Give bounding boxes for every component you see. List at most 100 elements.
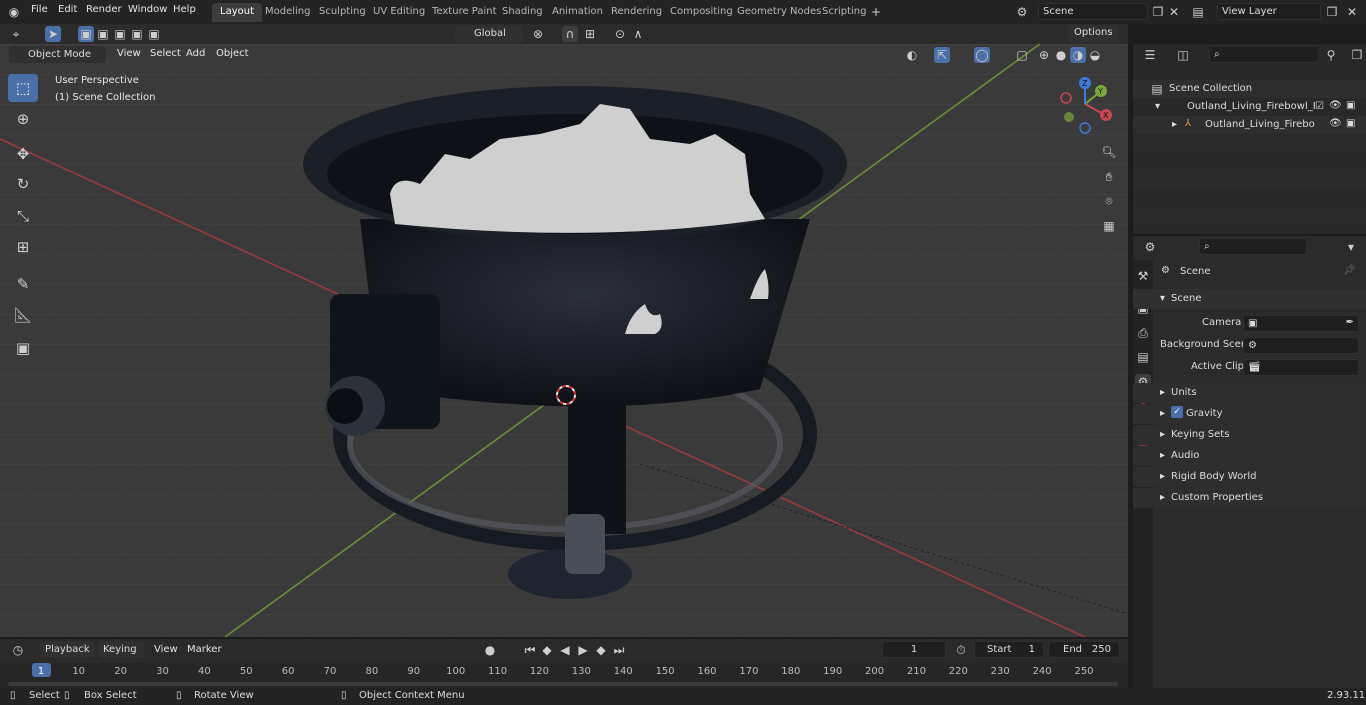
start-frame-field[interactable]: Start 1: [974, 641, 1044, 658]
scene-icon[interactable]: ⚙: [1014, 4, 1030, 20]
pin-icon[interactable]: 📌︎: [1343, 265, 1356, 276]
copy-scene-icon[interactable]: ❐: [1150, 4, 1166, 20]
view-layer-tab-icon[interactable]: ▤: [1135, 349, 1151, 365]
jump-start-icon[interactable]: ⏮︎: [522, 642, 538, 658]
blender-logo-icon[interactable]: ◉: [6, 4, 22, 20]
pan-hand-icon[interactable]: ✋︎: [1101, 169, 1117, 185]
solid-shading-icon[interactable]: ●: [1053, 47, 1069, 63]
scale-tool-icon[interactable]: ⤡: [8, 202, 38, 230]
eye-icon[interactable]: 👁︎: [1329, 100, 1342, 111]
visibility-icon[interactable]: ◐: [904, 47, 920, 63]
timeline-type-icon[interactable]: ◷: [10, 642, 26, 658]
timeline-view-menu[interactable]: View: [154, 644, 178, 655]
mode-invert-icon[interactable]: ▣: [129, 26, 145, 42]
panel-custom-properties[interactable]: ▸ Custom Properties: [1133, 488, 1366, 508]
zoom-icon[interactable]: 🔍︎: [1101, 144, 1117, 160]
rendered-shading-icon[interactable]: ◒: [1087, 47, 1103, 63]
display-mode-icon[interactable]: ◫: [1175, 47, 1191, 63]
snap-icon[interactable]: ∩: [562, 26, 578, 42]
mode-extend-icon[interactable]: ▣: [95, 26, 111, 42]
navigation-gizmo[interactable]: X Y Z: [1055, 74, 1115, 134]
outliner-search-input[interactable]: ⌕: [1209, 46, 1319, 63]
tab-modeling[interactable]: Modeling: [257, 3, 319, 22]
menu-object[interactable]: Object: [216, 48, 249, 59]
eyedropper-icon[interactable]: ✒: [1346, 317, 1354, 328]
panel-units[interactable]: ▸ Units: [1133, 383, 1366, 403]
expand-arrow-icon[interactable]: ▸: [1172, 119, 1177, 130]
wireframe-shading-icon[interactable]: ⊕: [1036, 47, 1052, 63]
play-reverse-icon[interactable]: ◀: [557, 642, 573, 658]
add-workspace-icon[interactable]: +: [868, 4, 884, 20]
editor-type-icon[interactable]: ⌖: [8, 26, 24, 42]
output-tab-icon[interactable]: ⎙: [1135, 325, 1151, 341]
tab-uv-editing[interactable]: UV Editing: [365, 3, 433, 22]
options-button[interactable]: Options: [1068, 25, 1119, 43]
next-keyframe-icon[interactable]: ◆: [593, 642, 609, 658]
gizmo-toggle-icon[interactable]: ⇱: [934, 47, 950, 63]
menu-select[interactable]: Select: [150, 48, 181, 59]
tool-tab-icon[interactable]: ⚒: [1135, 268, 1151, 284]
add-cube-tool-icon[interactable]: ▣: [8, 334, 38, 362]
scene-panel-header[interactable]: ▾ Scene: [1133, 289, 1366, 309]
menu-edit[interactable]: Edit: [58, 4, 77, 15]
record-icon[interactable]: ●: [482, 642, 498, 658]
new-collection-icon[interactable]: ❐: [1349, 47, 1365, 63]
background-scene-field[interactable]: ⚙: [1243, 337, 1359, 354]
scene-field[interactable]: Scene: [1038, 3, 1148, 20]
falloff-icon[interactable]: ∧: [630, 26, 646, 42]
camera-field[interactable]: ▣ ✒: [1243, 315, 1359, 332]
measure-tool-icon[interactable]: 📐︎: [8, 301, 38, 329]
tab-layout[interactable]: Layout: [212, 3, 262, 22]
tab-scripting[interactable]: Scripting: [814, 3, 874, 22]
annotate-tool-icon[interactable]: ✎: [8, 270, 38, 298]
timeline-scrollbar[interactable]: [8, 682, 1118, 686]
outliner-row-object[interactable]: ▸ ⅄ Outland_Living_Firebowl 👁︎ ▣: [1133, 116, 1366, 134]
mode-dropdown[interactable]: Object Mode: [9, 46, 106, 63]
tab-texture-paint[interactable]: Texture Paint: [424, 3, 505, 22]
prev-keyframe-icon[interactable]: ◆: [539, 642, 555, 658]
rotate-tool-icon[interactable]: ↻: [8, 170, 38, 198]
mode-subtract-icon[interactable]: ▣: [112, 26, 128, 42]
transform-orientation-dropdown[interactable]: Global: [455, 25, 523, 42]
outliner-row-collection[interactable]: ▾ Outland_Living_Firebowl_Prop ☑ 👁︎ ▣: [1133, 98, 1366, 116]
menu-add[interactable]: Add: [186, 48, 205, 59]
close-view-layer-icon[interactable]: ✕: [1344, 4, 1360, 20]
panel-audio[interactable]: ▸ Audio: [1133, 446, 1366, 466]
material-shading-icon[interactable]: ◑: [1070, 47, 1086, 63]
menu-view[interactable]: View: [117, 48, 141, 59]
tab-rendering[interactable]: Rendering: [603, 3, 670, 22]
outliner-type-icon[interactable]: ☰: [1142, 47, 1158, 63]
play-icon[interactable]: ▶: [575, 642, 591, 658]
3d-viewport[interactable]: Object Mode View Select Add Object ◐ ⇱ ◯…: [0, 44, 1128, 637]
proportional-edit-icon[interactable]: ⊙: [612, 26, 628, 42]
checkbox-icon[interactable]: ☑: [1315, 101, 1324, 112]
view-layer-field[interactable]: View Layer: [1217, 3, 1321, 20]
cursor-tool-icon[interactable]: ⊕: [8, 105, 38, 133]
select-tool-icon[interactable]: ➤: [45, 26, 61, 42]
mode-intersect-icon[interactable]: ▣: [146, 26, 162, 42]
camera-view-icon[interactable]: ⌾: [1101, 193, 1117, 209]
transform-tool-icon[interactable]: ⊞: [8, 233, 38, 261]
timeline-marker-menu[interactable]: Marker: [187, 644, 222, 655]
gravity-checkbox[interactable]: ✓: [1171, 406, 1183, 418]
pivot-icon[interactable]: ⊗: [530, 26, 546, 42]
tab-shading[interactable]: Shading: [494, 3, 551, 22]
camera-render-icon[interactable]: ▣: [1346, 118, 1355, 129]
panel-keying-sets[interactable]: ▸ Keying Sets: [1133, 425, 1366, 445]
close-scene-icon[interactable]: ✕: [1166, 4, 1182, 20]
camera-render-icon[interactable]: ▣: [1346, 100, 1355, 111]
menu-file[interactable]: File: [31, 4, 48, 15]
eye-icon[interactable]: 👁︎: [1329, 118, 1342, 129]
overlays-icon[interactable]: ◯: [974, 47, 990, 63]
panel-gravity[interactable]: ▸ ✓ Gravity: [1133, 404, 1366, 424]
properties-type-icon[interactable]: ⚙: [1142, 239, 1158, 255]
outliner-row-root[interactable]: ▤ Scene Collection: [1133, 80, 1366, 98]
playback-dropdown[interactable]: Playback: [40, 641, 95, 658]
expand-chevron-icon[interactable]: ▾: [1155, 101, 1160, 112]
select-box-tool-icon[interactable]: ⬚: [8, 74, 38, 102]
filter-icon[interactable]: ⚲: [1323, 47, 1339, 63]
keying-dropdown[interactable]: Keying: [98, 641, 144, 658]
tab-animation[interactable]: Animation: [544, 3, 611, 22]
jump-end-icon[interactable]: ⏭︎: [611, 642, 627, 658]
view-layer-icon[interactable]: ▤: [1190, 4, 1206, 20]
